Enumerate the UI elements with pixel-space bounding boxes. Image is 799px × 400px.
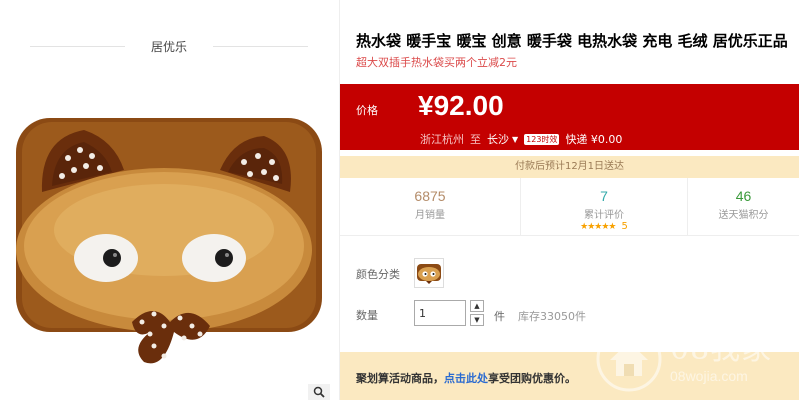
tmall-points-label: 送天猫积分 (718, 210, 769, 221)
color-label: 颜色分类 (356, 268, 400, 281)
price-panel: 价格 ¥92.00 浙江杭州 至 长沙 ▼ 123时效 快递 ¥0.00 (340, 84, 799, 150)
price-label: 价格 (356, 104, 378, 117)
promo-link[interactable]: 点击此处 (444, 372, 488, 385)
right-eye (182, 234, 246, 282)
destination-select[interactable]: 长沙 (487, 131, 509, 147)
product-title: 热水袋 暖手宝 暖宝 创意 暖手袋 电热水袋 充电 毛绒 居优乐正品 (356, 32, 788, 50)
delivery-notice: 付款后预计12月1日送达 (340, 156, 799, 178)
shipping-row: 浙江杭州 至 长沙 ▼ 123时效 快递 ¥0.00 (420, 131, 628, 147)
ship-to-word: 至 (470, 133, 481, 146)
star-icon: ★★★★★ (580, 222, 616, 232)
color-swatch[interactable] (414, 258, 444, 288)
tmall-points: 46 送天猫积分 (687, 178, 799, 236)
promo-text: 聚划算活动商品，点击此处享受团购优惠价。 (356, 370, 576, 386)
rating-stars: ★★★★★ 5 (521, 221, 687, 232)
star-count: 5 (621, 221, 628, 232)
house-logo-icon (596, 326, 662, 392)
magnifier-icon (313, 386, 325, 398)
quantity-unit: 件 (494, 310, 505, 323)
watermark: 08我家 08wojia.com (596, 320, 796, 398)
quantity-decrease-button[interactable]: ▼ (470, 314, 484, 326)
ship-from: 浙江杭州 (420, 133, 464, 146)
promo-prefix: 聚划算活动商品， (356, 372, 444, 385)
product-image[interactable] (14, 100, 326, 380)
tmall-points-value: 46 (735, 188, 752, 204)
watermark-url: 08wojia.com (670, 368, 748, 384)
monthly-sales: 6875 月销量 (340, 178, 520, 236)
store-header: 居优乐 (30, 36, 308, 56)
stats-bar: 6875 月销量 7 累计评价 ★★★★★ 5 46 送天猫积分 (340, 178, 799, 236)
product-subtitle: 超大双插手热水袋买两个立减2元 (356, 56, 517, 69)
chevron-down-icon[interactable]: ▼ (512, 135, 518, 144)
promo-suffix: 享受团购优惠价。 (488, 372, 576, 385)
plush-thumbnail-icon (417, 264, 441, 284)
review-count[interactable]: 7 累计评价 ★★★★★ 5 (520, 178, 687, 236)
price-value: ¥92.00 (418, 90, 504, 121)
zoom-button[interactable] (308, 384, 330, 400)
monthly-sales-value: 6875 (414, 188, 446, 204)
watermark-text: 08我家 (670, 332, 773, 367)
quantity-label: 数量 (356, 309, 378, 322)
delivery-badge: 123时效 (524, 133, 560, 145)
divider (213, 46, 308, 47)
shipping-cost: 快递 ¥0.00 (565, 133, 623, 146)
review-count-value: 7 (600, 188, 608, 204)
monthly-sales-label: 月销量 (415, 210, 445, 221)
quantity-increase-button[interactable]: ▲ (470, 300, 484, 312)
review-count-label: 累计评价 (584, 210, 624, 221)
left-eye (74, 234, 138, 282)
stock-count: 库存33050件 (518, 310, 586, 323)
quantity-input[interactable] (414, 300, 466, 326)
product-gallery: 居优乐 (0, 0, 340, 400)
